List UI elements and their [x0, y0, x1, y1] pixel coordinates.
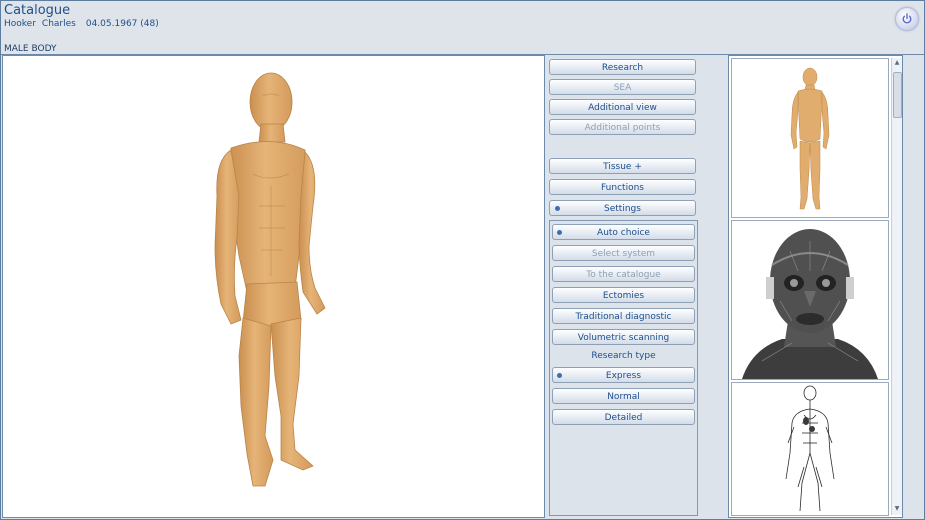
scroll-up-icon[interactable]: ▲ — [893, 59, 901, 67]
traditional-diagnostic-button[interactable]: Traditional diagnostic — [552, 308, 695, 324]
power-button[interactable] — [895, 7, 919, 31]
additional-view-button[interactable]: Additional view — [549, 99, 696, 115]
full-body-thumbnail-image — [790, 67, 830, 210]
right-margin — [904, 55, 924, 518]
settings-button[interactable]: Settings — [549, 200, 696, 216]
thumbnail-scrollbar[interactable]: ▲ ▼ — [891, 58, 902, 515]
settings-label: Settings — [604, 204, 641, 214]
selected-indicator — [557, 373, 562, 378]
tissue-button[interactable]: Tissue + — [549, 158, 696, 174]
auto-choice-button[interactable]: Auto choice — [552, 224, 695, 240]
additional-points-button[interactable]: Additional points — [549, 119, 696, 135]
thumbnail-full-body[interactable] — [731, 58, 889, 218]
patient-first-name: Charles — [41, 19, 76, 29]
express-button[interactable]: Express — [552, 367, 695, 383]
patient-birth: 04.05.1967 (48) — [85, 19, 159, 29]
auto-choice-label: Auto choice — [597, 228, 650, 238]
volumetric-scanning-button[interactable]: Volumetric scanning — [552, 329, 695, 345]
section-label: MALE BODY — [4, 44, 57, 54]
scroll-down-icon[interactable]: ▼ — [893, 505, 901, 513]
settings-subpanel: Auto choice Select system To the catalog… — [549, 220, 698, 516]
selected-indicator — [557, 230, 562, 235]
functions-button[interactable]: Functions — [549, 179, 696, 195]
normal-button[interactable]: Normal — [552, 388, 695, 404]
male-body-model[interactable] — [3, 56, 544, 517]
header: Catalogue Hooker Charles 04.05.1967 (48) M… — [1, 1, 924, 55]
select-system-button[interactable]: Select system — [552, 245, 695, 261]
sea-button[interactable]: SEA — [549, 79, 696, 95]
thumbnail-circulatory[interactable] — [731, 382, 889, 516]
ectomies-button[interactable]: Ectomies — [552, 287, 695, 303]
circulatory-system-thumbnail-image — [785, 385, 835, 512]
scroll-thumb[interactable] — [893, 72, 902, 118]
express-label: Express — [605, 371, 642, 381]
research-button[interactable]: Research — [549, 59, 696, 75]
app-window: Catalogue Hooker Charles 04.05.1967 (48) M… — [0, 0, 925, 520]
to-catalogue-button[interactable]: To the catalogue — [552, 266, 695, 282]
patient-info: Hooker Charles 04.05.1967 (48) — [4, 19, 165, 29]
thumbnail-head-muscles[interactable] — [731, 220, 889, 380]
control-panel: Research SEA Additional view Additional … — [546, 55, 702, 518]
detailed-button[interactable]: Detailed — [552, 409, 695, 425]
power-icon — [902, 13, 912, 24]
research-type-title: Research type — [591, 351, 656, 361]
thumbnail-panel: ▲ ▼ — [728, 55, 903, 518]
selected-indicator — [555, 206, 560, 211]
patient-last-name: Hooker — [4, 19, 36, 29]
head-muscles-thumbnail-image — [732, 221, 888, 379]
model-viewer[interactable] — [2, 55, 545, 518]
page-title: Catalogue — [4, 3, 71, 18]
